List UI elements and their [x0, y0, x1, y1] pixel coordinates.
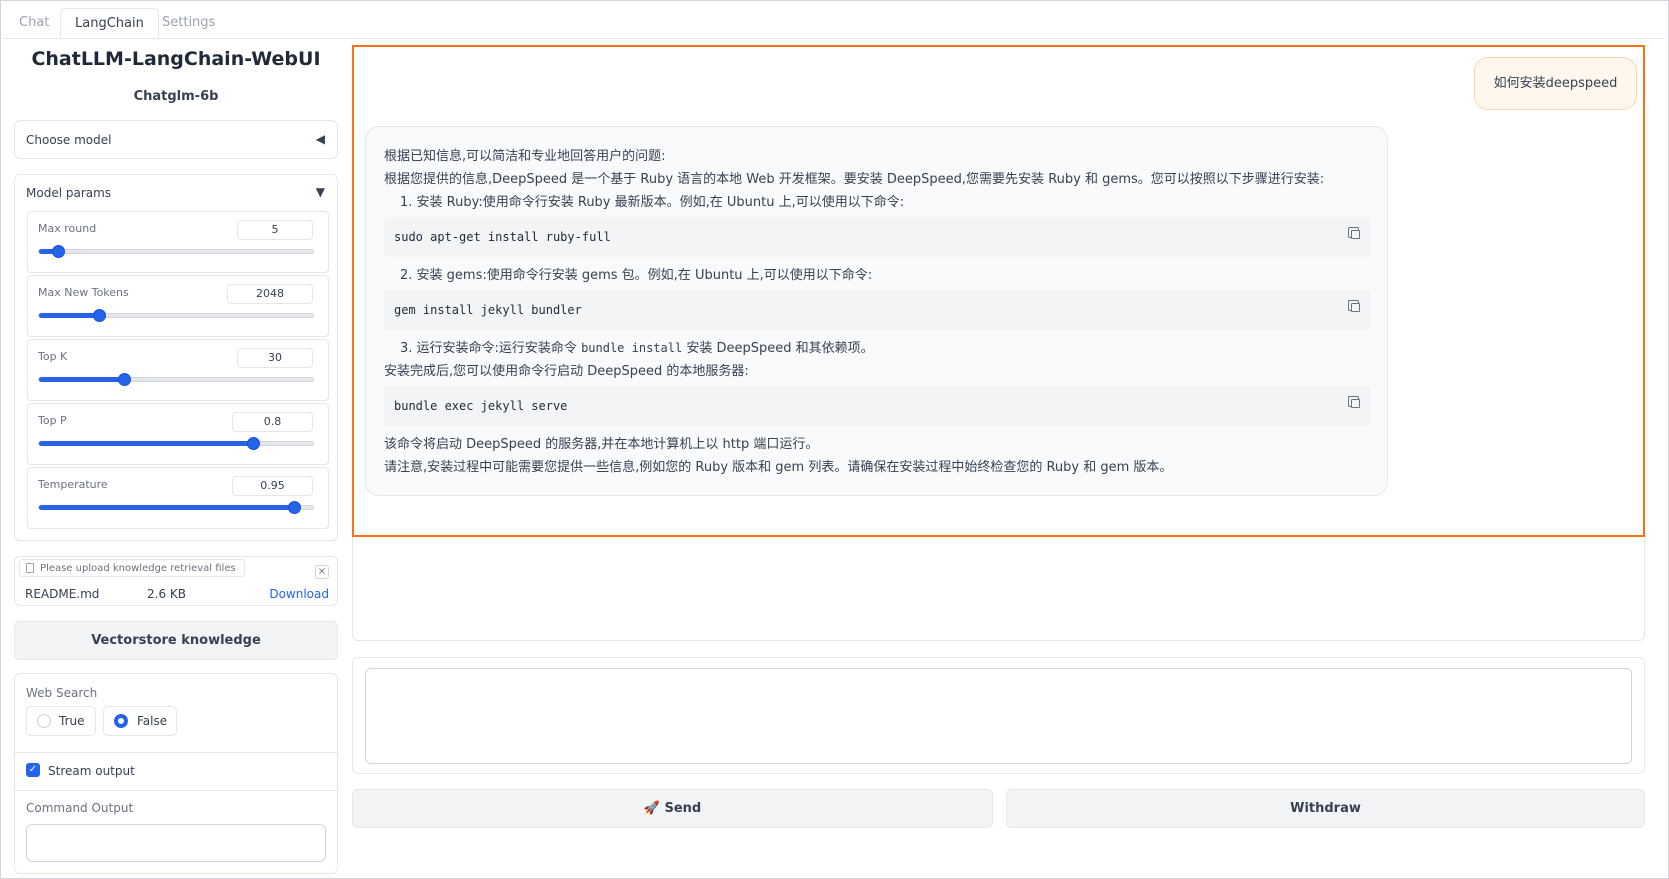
upload-placeholder: Please upload knowledge retrieval files — [19, 559, 245, 577]
close-icon[interactable]: × — [315, 565, 329, 579]
code-block: sudo apt-get install ruby-full — [384, 217, 1371, 257]
slider-thumb[interactable] — [93, 309, 107, 322]
options-panel: Web Search True False ✓ Stream output Co… — [14, 673, 338, 874]
message-line: 根据已知信息,可以简洁和专业地回答用户的问题: — [384, 149, 666, 164]
choose-model-label: Choose model — [26, 133, 112, 147]
user-message: 如何安装deepspeed — [1474, 57, 1637, 110]
message-line: 该命令将启动 DeepSpeed 的服务器,并在本地计算机上以 http 端口运… — [384, 437, 819, 452]
param-value-input[interactable]: 0.95 — [232, 476, 313, 496]
code-block: gem install jekyll bundler — [384, 290, 1371, 330]
param-top-k: Top K 30 — [27, 339, 329, 401]
param-top-p: Top P 0.8 — [27, 403, 329, 465]
slider-thumb[interactable] — [287, 501, 301, 514]
slider-fill — [39, 505, 294, 510]
choose-model-accordion[interactable]: Choose model ◀ — [14, 120, 338, 159]
param-max-round: Max round 5 — [27, 211, 329, 273]
copy-icon[interactable] — [1348, 396, 1360, 408]
param-value-input[interactable]: 5 — [237, 220, 313, 240]
vectorstore-knowledge-button[interactable]: Vectorstore knowledge — [14, 621, 338, 660]
divider — [15, 790, 337, 791]
collapse-arrow-icon[interactable]: ◀ — [316, 132, 325, 146]
param-label: Temperature — [38, 478, 108, 491]
param-label: Max round — [38, 222, 97, 235]
model-params-label: Model params — [26, 186, 112, 200]
tab-chat[interactable]: Chat — [19, 8, 49, 38]
file-icon — [26, 563, 34, 573]
slider-thumb[interactable] — [246, 437, 260, 450]
app-title: ChatLLM-LangChain-WebUI — [31, 48, 321, 70]
command-output-field[interactable] — [26, 824, 326, 862]
divider — [15, 752, 337, 753]
param-max-new-tokens: Max New Tokens 2048 — [27, 275, 329, 337]
tab-langchain[interactable]: LangChain — [60, 8, 159, 38]
file-upload[interactable]: Please upload knowledge retrieval files … — [14, 556, 338, 606]
radio-circle — [37, 714, 51, 728]
radio-true[interactable]: True — [26, 706, 96, 736]
slider-fill — [39, 441, 253, 446]
slider-fill — [39, 377, 124, 382]
message-line: 根据您提供的信息,DeepSpeed 是一个基于 Ruby 语言的本地 Web … — [384, 172, 1325, 187]
message-input-panel — [352, 657, 1645, 774]
message-input[interactable] — [365, 668, 1632, 764]
rocket-icon: 🚀 — [643, 801, 660, 816]
param-slider[interactable] — [38, 437, 314, 450]
message-line: 安装完成后,您可以使用命令行启动 DeepSpeed 的本地服务器: — [384, 364, 749, 379]
tab-bar: Chat LangChain Settings — [0, 8, 1669, 38]
send-button[interactable]: 🚀 Send — [352, 789, 993, 828]
inline-code: bundle install — [581, 341, 683, 355]
radio-circle-selected — [114, 714, 128, 728]
file-size: 2.6 KB — [147, 587, 186, 601]
param-slider[interactable] — [38, 245, 314, 258]
tab-divider — [4, 38, 1665, 39]
web-search-label: Web Search — [26, 686, 98, 700]
slider-fill — [39, 313, 100, 318]
tab-settings[interactable]: Settings — [162, 8, 215, 38]
copy-icon[interactable] — [1348, 227, 1360, 239]
model-params-accordion: Model params ▼ Max round 5 Max New Token… — [14, 174, 338, 541]
message-line: 1. 安装 Ruby:使用命令行安装 Ruby 最新版本。例如,在 Ubuntu… — [400, 195, 905, 210]
withdraw-button[interactable]: Withdraw — [1006, 789, 1645, 828]
slider-thumb[interactable] — [117, 373, 131, 386]
command-output-label: Command Output — [26, 801, 134, 815]
expand-arrow-icon[interactable]: ▼ — [316, 185, 325, 199]
stream-output-checkbox[interactable]: ✓ — [26, 763, 40, 777]
bot-message: 根据已知信息,可以简洁和专业地回答用户的问题: 根据您提供的信息,DeepSpe… — [365, 126, 1388, 496]
param-value-input[interactable]: 2048 — [227, 284, 313, 304]
param-value-input[interactable]: 30 — [237, 348, 313, 368]
param-label: Max New Tokens — [38, 286, 129, 299]
param-slider[interactable] — [38, 373, 314, 386]
message-line: 3. 运行安装命令:运行安装命令 bundle install 安装 DeepS… — [400, 341, 874, 356]
code-block: bundle exec jekyll serve — [384, 386, 1371, 426]
param-slider[interactable] — [38, 309, 314, 322]
copy-icon[interactable] — [1348, 300, 1360, 312]
download-link[interactable]: Download — [269, 587, 329, 601]
stream-output-label: Stream output — [48, 764, 135, 778]
radio-false[interactable]: False — [103, 706, 177, 736]
message-line: 请注意,安装过程中可能需要您提供一些信息,例如您的 Ruby 版本和 gem 列… — [384, 460, 1173, 475]
param-value-input[interactable]: 0.8 — [232, 412, 313, 432]
param-temperature: Temperature 0.95 — [27, 467, 329, 529]
param-label: Top P — [38, 414, 67, 427]
slider-thumb[interactable] — [52, 245, 66, 258]
model-subtitle: Chatglm-6b — [133, 89, 219, 104]
file-name: README.md — [25, 587, 100, 601]
message-line: 2. 安装 gems:使用命令行安装 gems 包。例如,在 Ubuntu 上,… — [400, 268, 873, 283]
param-label: Top K — [38, 350, 68, 363]
param-slider[interactable] — [38, 501, 314, 514]
